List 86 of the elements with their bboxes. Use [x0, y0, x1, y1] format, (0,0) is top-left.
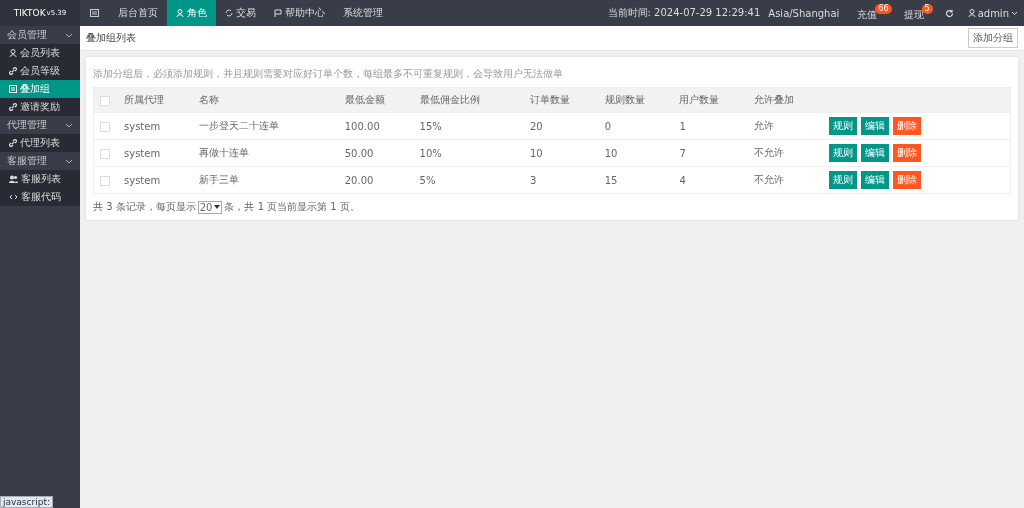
table-cell: 0 [603, 112, 679, 140]
chevron-icon [65, 158, 73, 164]
cycle-icon [225, 9, 233, 17]
chevron-icon [1011, 10, 1018, 16]
column-header: 允许叠加 [753, 87, 828, 113]
nav-tab[interactable]: 角色 [167, 0, 216, 26]
user-icon [967, 9, 976, 17]
page-size-select[interactable]: 20 [197, 200, 223, 214]
current-time: 当前时间: 2024-07-29 12:29:41 [607, 6, 761, 20]
action-button[interactable]: 规则 [829, 117, 857, 135]
refresh-icon[interactable] [944, 8, 954, 18]
table-cell: 允许 [753, 112, 828, 140]
menu-icon[interactable] [90, 9, 99, 17]
table-cell: 不允许 [753, 166, 828, 194]
table-cell: 15% [418, 112, 529, 140]
action-button[interactable]: 编辑 [861, 144, 889, 162]
action-button[interactable]: 规则 [829, 144, 857, 162]
table-cell: 10 [528, 139, 604, 167]
add-group-button[interactable]: 添加分组 [968, 28, 1018, 48]
count-badge: 66 [875, 4, 892, 14]
column-header: 订单数量 [528, 87, 604, 113]
table-cell: 10% [418, 139, 529, 167]
logo-text: TIKTOK [13, 8, 46, 18]
pager-text: 条，共 1 页当前显示第 1 页。 [224, 200, 360, 214]
column-header: 用户数量 [678, 87, 754, 113]
sidebar-item[interactable]: 叠加组 [0, 80, 80, 98]
checkbox[interactable] [100, 95, 110, 106]
sidebar-item[interactable]: 代理列表 [0, 134, 80, 152]
table-cell: 4 [678, 166, 754, 194]
table-cell: 100.00 [343, 112, 419, 140]
checkbox[interactable] [100, 148, 110, 159]
sidebar-item[interactable]: 客服代码 [0, 188, 80, 206]
notice-text: 添加分组后，必须添加规则，并且规则需要对应好订单个数，每组最多不可重复规则，会导致用户无法做单 [93, 67, 564, 81]
nav-tab[interactable]: 交易 [216, 0, 265, 26]
table-cell: 5% [418, 166, 529, 194]
table-cell: 10 [603, 139, 679, 167]
chevron-icon [65, 32, 73, 38]
nav-tab[interactable]: 帮助中心 [265, 0, 334, 26]
header-link[interactable]: 充值 [857, 8, 878, 22]
caret-icon [214, 205, 221, 209]
user-menu[interactable]: admin [967, 7, 1018, 19]
table-cell: 新手三单 [197, 166, 344, 194]
breadcrumb: 叠加组列表 [86, 31, 136, 45]
pager-text: 共 3 条记录，每页显示 [93, 200, 196, 214]
action-button[interactable]: 规则 [829, 171, 857, 189]
sidebar-item[interactable]: 会员列表 [0, 44, 80, 62]
table-cell: 20 [528, 112, 604, 140]
code-icon [9, 193, 18, 201]
list-icon [9, 85, 17, 93]
column-header: 所属代理 [123, 87, 198, 113]
table-cell: 再做十连单 [197, 139, 344, 167]
link-icon [9, 67, 17, 75]
action-button[interactable]: 编辑 [861, 117, 889, 135]
users-icon [9, 175, 18, 183]
timezone: Asia/Shanghai [768, 7, 840, 19]
checkbox[interactable] [100, 121, 110, 132]
action-button[interactable]: 编辑 [861, 171, 889, 189]
table-cell: 7 [678, 139, 754, 167]
table-cell: 1 [678, 112, 754, 140]
table-cell: 3 [528, 166, 604, 194]
user-icon [176, 9, 184, 17]
sidebar-item[interactable]: 客服列表 [0, 170, 80, 188]
nav-tab[interactable]: 后台首页 [109, 0, 167, 26]
nav-tab[interactable]: 系统管理 [334, 0, 392, 26]
user-icon [9, 49, 17, 57]
table-cell: 50.00 [343, 139, 419, 167]
flag-icon [274, 9, 282, 17]
table-cell: 20.00 [343, 166, 419, 194]
header-link[interactable]: 提现 [903, 8, 924, 22]
table-cell: system [123, 139, 198, 167]
checkbox[interactable] [100, 175, 110, 186]
table-cell: 一步登天二十连单 [197, 112, 344, 140]
link-icon [9, 139, 17, 147]
table-cell: system [123, 166, 198, 194]
link-icon [9, 103, 17, 111]
column-header: 最低金额 [343, 87, 419, 113]
column-header: 规则数量 [603, 87, 679, 113]
table-cell: system [123, 112, 198, 140]
table-cell: 15 [603, 166, 679, 194]
column-header: 最低佣金比例 [418, 87, 529, 113]
chevron-icon [65, 122, 73, 128]
sidebar-item[interactable]: 会员等级 [0, 62, 80, 80]
table-cell: 不允许 [753, 139, 828, 167]
sidebar-item[interactable]: 邀请奖励 [0, 98, 80, 116]
status-url: javascript: [0, 496, 53, 508]
column-header: 名称 [197, 87, 344, 113]
